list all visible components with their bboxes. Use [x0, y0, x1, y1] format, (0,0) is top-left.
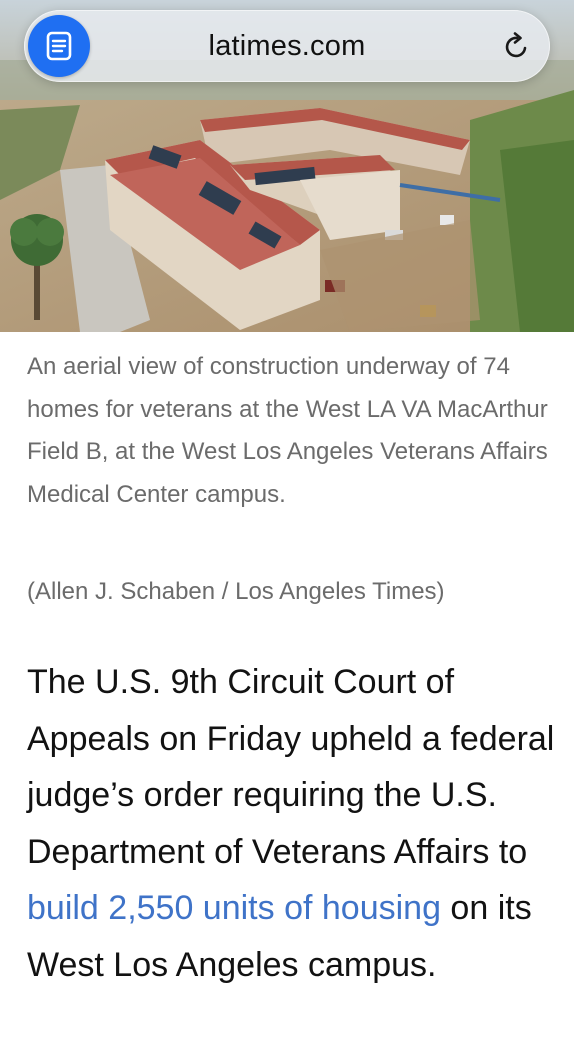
- article-paragraph: The U.S. 9th Circuit Court of Appeals on…: [27, 654, 562, 993]
- reload-icon: [505, 32, 527, 58]
- photo-credit: (Allen J. Schaben / Los Angeles Times): [27, 578, 445, 605]
- address-bar[interactable]: latimes.com: [24, 10, 550, 82]
- reload-button[interactable]: [502, 32, 532, 62]
- reader-view-icon: [46, 31, 72, 61]
- housing-units-link[interactable]: build 2,550 units of housing: [27, 889, 441, 927]
- article-page: latimes.com An aerial view of constructi…: [0, 0, 574, 1048]
- url-text[interactable]: latimes.com: [120, 10, 454, 82]
- photo-caption: An aerial view of construction underway …: [27, 353, 548, 508]
- article-text-part1: The U.S. 9th Circuit Court of Appeals on…: [27, 663, 555, 871]
- reader-view-button[interactable]: [28, 15, 90, 77]
